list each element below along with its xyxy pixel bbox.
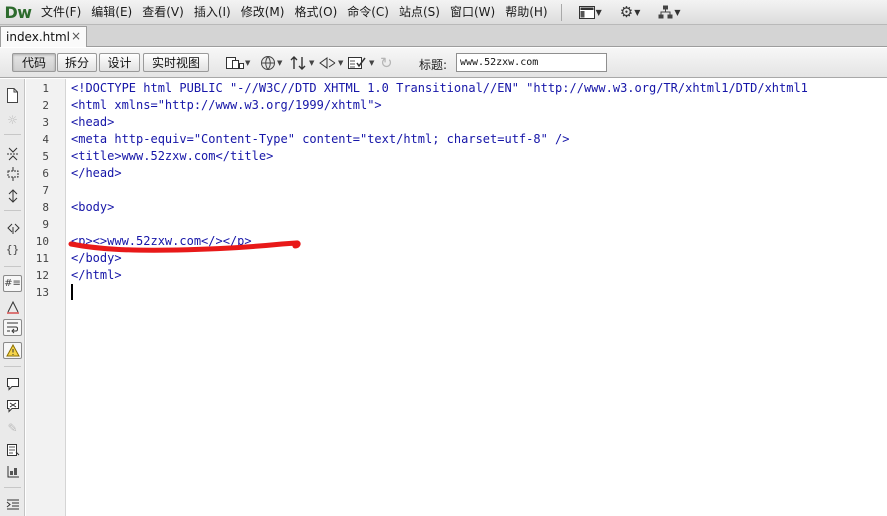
line-number: 4: [42, 133, 49, 146]
document-title-input[interactable]: [456, 53, 607, 72]
line-number: 8: [42, 201, 49, 214]
menu-site[interactable]: 站点(S): [394, 0, 445, 25]
line-number-gutter: 1 2 3 4 5 6 7 8 9 10 11 12 13: [26, 79, 66, 516]
line-number: 9: [42, 218, 49, 231]
collapse-selection-icon[interactable]: [3, 165, 22, 182]
code-line: <!DOCTYPE html PUBLIC "-//W3C//DTD XHTML…: [71, 81, 808, 95]
tab-index-html[interactable]: index.html ×: [0, 26, 87, 47]
text-cursor: [71, 284, 73, 300]
close-tab-icon[interactable]: ×: [71, 29, 81, 43]
code-line: <p><>www.52zxw.com</></p>: [71, 234, 252, 248]
design-view-button[interactable]: 设计: [99, 53, 140, 72]
menu-modify[interactable]: 修改(M): [236, 0, 290, 25]
remove-comment-icon[interactable]: [3, 397, 22, 414]
file-transfer-icon[interactable]: ▼: [290, 54, 314, 72]
refresh-icon[interactable]: ↻: [380, 54, 393, 72]
line-number: 10: [35, 235, 49, 248]
validate-icon[interactable]: ▼: [348, 54, 374, 72]
menu-divider: [560, 3, 562, 21]
toolbar-divider: [4, 366, 21, 367]
preview-globe-icon[interactable]: ▼: [260, 54, 282, 72]
code-line: <body>: [71, 200, 115, 214]
menu-format[interactable]: 格式(O): [289, 0, 342, 25]
layout-icon[interactable]: ▼: [570, 5, 611, 19]
split-view-button[interactable]: 拆分: [57, 53, 97, 72]
highlight-invalid-code-icon[interactable]: [3, 298, 22, 315]
dreamweaver-logo: Dw: [4, 2, 32, 22]
expand-all-icon[interactable]: [3, 187, 22, 204]
line-number: 11: [35, 252, 49, 265]
menu-bar: Dw 文件(F) 编辑(E) 查看(V) 插入(I) 修改(M) 格式(O) 命…: [0, 0, 887, 25]
line-number: 13: [35, 286, 49, 299]
line-numbers-icon[interactable]: #≡: [3, 275, 22, 292]
code-line: <html xmlns="http://www.w3.org/1999/xhtm…: [71, 98, 382, 112]
toolbar-divider: [4, 210, 21, 211]
toolbar-divider: [4, 487, 21, 488]
apply-comment-icon[interactable]: [3, 375, 22, 392]
visual-aids-icon[interactable]: ▼: [319, 54, 343, 72]
title-label: 标题:: [419, 58, 448, 72]
menu-help[interactable]: 帮助(H): [500, 0, 552, 25]
recent-snippets-icon[interactable]: [3, 441, 22, 458]
live-view-button[interactable]: 实时视图: [143, 53, 209, 72]
indent-code-icon[interactable]: [3, 495, 22, 512]
toolbar-divider: [4, 134, 21, 135]
menu-insert[interactable]: 插入(I): [189, 0, 236, 25]
balance-braces-icon[interactable]: {}: [3, 241, 22, 258]
toolbar-divider: [4, 266, 21, 267]
code-line: <meta http-equiv="Content-Type" content=…: [71, 132, 570, 146]
line-number: 7: [42, 184, 49, 197]
code-line: <head>: [71, 115, 115, 129]
code-line: </head>: [71, 166, 122, 180]
line-number: 12: [35, 269, 49, 282]
open-documents-icon[interactable]: [3, 87, 22, 104]
menu-edit[interactable]: 编辑(E): [86, 0, 137, 25]
code-line: </body>: [71, 251, 122, 265]
select-parent-tag-icon[interactable]: [3, 219, 22, 236]
line-number: 3: [42, 116, 49, 129]
show-code-navigator-icon[interactable]: ☼: [3, 111, 22, 128]
menu-commands[interactable]: 命令(C): [342, 0, 394, 25]
move-css-icon[interactable]: [3, 463, 22, 480]
syntax-error-alerts-icon[interactable]: [3, 342, 22, 359]
word-wrap-icon[interactable]: [3, 319, 22, 336]
code-line: </html>: [71, 268, 122, 282]
line-number: 6: [42, 167, 49, 180]
code-line: <title>www.52zxw.com</title>: [71, 149, 274, 163]
gear-icon[interactable]: ⚙ ▼: [611, 3, 650, 21]
menu-window[interactable]: 窗口(W): [445, 0, 500, 25]
multiscreen-icon[interactable]: ▼: [226, 54, 250, 72]
code-view-button[interactable]: 代码: [12, 53, 56, 72]
collapse-full-tag-icon[interactable]: [3, 145, 22, 162]
document-toolbar: 代码 拆分 设计 实时视图 ▼ ▼ ▼ ▼ ▼ ↻ 标题:: [0, 48, 887, 78]
document-tab-bar: index.html ×: [0, 25, 887, 47]
code-editor[interactable]: <!DOCTYPE html PUBLIC "-//W3C//DTD XHTML…: [67, 79, 887, 516]
wrap-tag-icon[interactable]: ✎: [3, 419, 22, 436]
line-number: 2: [42, 99, 49, 112]
line-number: 5: [42, 150, 49, 163]
coding-toolbar: ☼ {} #≡ ✎: [0, 79, 25, 516]
menu-view[interactable]: 查看(V): [137, 0, 189, 25]
menu-file[interactable]: 文件(F): [36, 0, 86, 25]
site-map-icon[interactable]: ▼: [649, 5, 689, 19]
line-number: 1: [42, 82, 49, 95]
tab-filename: index.html: [6, 30, 70, 44]
